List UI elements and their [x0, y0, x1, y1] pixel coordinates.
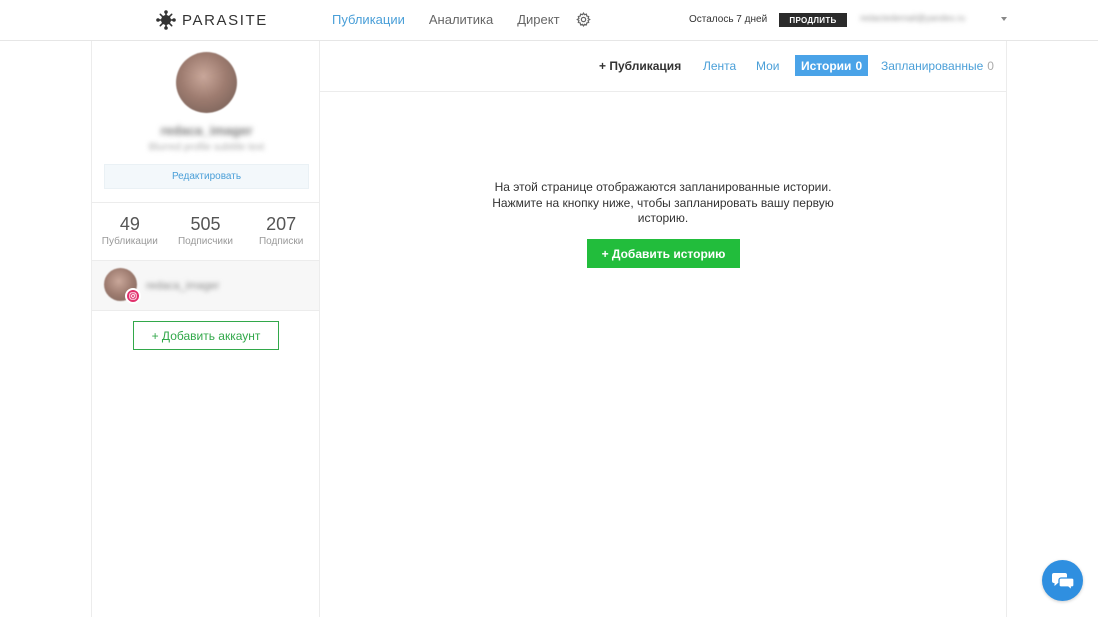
nav-item-direct[interactable]: Директ	[517, 12, 559, 27]
stat-label: Подписчики	[177, 236, 233, 247]
stat-value: 49	[119, 214, 140, 234]
account-list-item[interactable]: redaca_imager	[92, 260, 319, 311]
tabs-bar: + Публикация Лента Мои Истории 0 Заплани…	[320, 41, 1006, 92]
tab-new-publication[interactable]: + Публикация	[599, 55, 681, 76]
add-story-button[interactable]: + Добавить историю	[587, 239, 740, 268]
logo[interactable]: PARASITE	[156, 10, 268, 30]
nav-item-publications[interactable]: Публикации	[332, 12, 405, 27]
account-name: redaca_imager	[146, 280, 220, 292]
chat-bubbles-icon	[1051, 572, 1075, 591]
logo-text: PARASITE	[182, 11, 268, 29]
stat-value: 207	[266, 214, 297, 234]
stat-value: 505	[190, 214, 221, 234]
sidebar-divider	[92, 202, 319, 203]
tab-scheduled[interactable]: Запланированные 0	[881, 55, 994, 76]
stat-followers: 505 Подписчики	[168, 213, 243, 248]
tab-mine[interactable]: Мои	[756, 55, 780, 76]
nav-item-analytics[interactable]: Аналитика	[429, 12, 493, 27]
trial-remaining-text: Осталось 7 дней	[689, 14, 768, 25]
empty-state-message: На этой странице отображаются запланиров…	[492, 180, 834, 225]
tab-feed[interactable]: Лента	[703, 55, 736, 76]
top-navigation-bar: PARASITE Публикации Аналитика Директ Ост…	[0, 0, 1098, 41]
main-nav: Публикации Аналитика Директ	[332, 12, 584, 27]
profile-subtitle: Blurred profile subtitle text	[148, 142, 265, 153]
tab-label: Запланированные	[881, 58, 984, 73]
parasite-logo-icon	[156, 10, 176, 30]
profile-name: redaca_imager	[160, 123, 253, 138]
profile-stats: 49 Публикации 505 Подписчики 207 Подписк…	[92, 213, 319, 248]
gear-icon[interactable]	[576, 12, 591, 27]
tab-count: 0	[855, 58, 863, 73]
instagram-icon	[125, 288, 141, 304]
stat-publications: 49 Публикации	[92, 213, 167, 248]
renew-button[interactable]: ПРОДЛИТЬ	[779, 13, 847, 27]
tab-count: 0	[987, 58, 994, 73]
profile-avatar	[176, 52, 237, 113]
chat-widget-button[interactable]	[1042, 560, 1083, 601]
stat-following: 207 Подписки	[244, 213, 319, 248]
stat-label: Подписки	[258, 236, 304, 247]
profile-sidebar: redaca_imager Blurred profile subtitle t…	[91, 41, 320, 617]
main-panel: + Публикация Лента Мои Истории 0 Заплани…	[320, 41, 1007, 617]
tab-stories[interactable]: Истории 0	[795, 55, 869, 76]
user-email[interactable]: redactedemail@yandex.ru	[860, 13, 1000, 25]
edit-profile-button[interactable]: Редактировать	[104, 164, 309, 189]
tab-label: Истории	[801, 58, 852, 73]
stat-label: Публикации	[101, 236, 158, 247]
chevron-down-icon[interactable]	[1001, 17, 1007, 21]
add-account-button[interactable]: + Добавить аккаунт	[133, 321, 279, 350]
